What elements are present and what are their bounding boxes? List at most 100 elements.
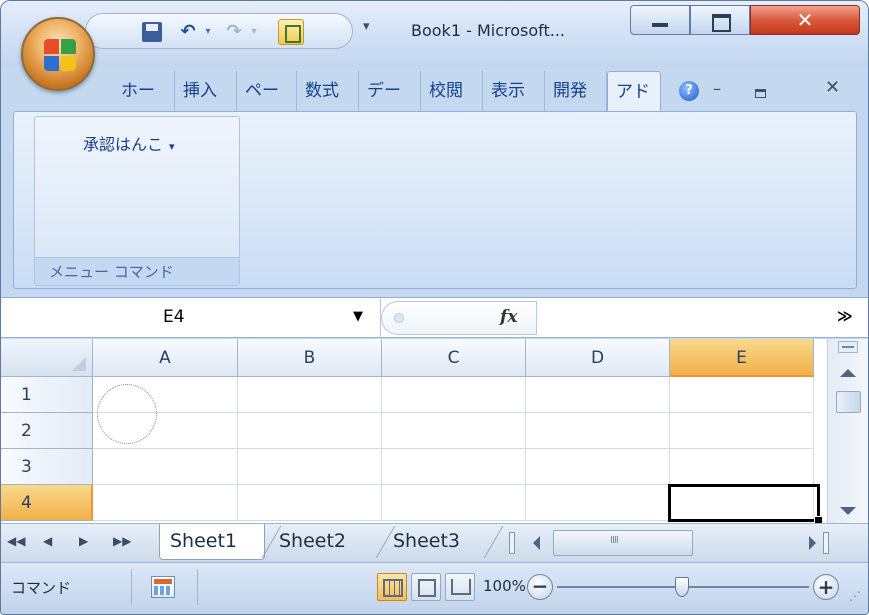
ribbon-tab[interactable]: デー (359, 71, 421, 111)
scroll-right-icon[interactable] (809, 536, 816, 550)
next-sheet-icon[interactable]: ▶ (79, 534, 88, 548)
scroll-down-icon[interactable] (840, 507, 856, 515)
name-box-value: E4 (163, 307, 185, 327)
zoom-in-button[interactable]: + (813, 574, 839, 600)
horizontal-split-handle[interactable] (823, 532, 829, 554)
grid-cell[interactable] (670, 413, 814, 449)
grid-cell[interactable] (382, 449, 526, 485)
insert-function-icon[interactable]: fx (500, 307, 517, 327)
vertical-scroll-thumb[interactable] (836, 391, 861, 413)
sheet-tab-2[interactable]: Sheet2 (269, 524, 377, 560)
name-box[interactable]: E4 ▼ (1, 298, 381, 338)
grid-cell[interactable] (670, 377, 814, 413)
doc-close-icon[interactable]: ✕ (825, 77, 840, 98)
tab-split-handle[interactable] (509, 532, 515, 554)
doc-minimize-icon[interactable]: – (713, 79, 721, 98)
form-icon[interactable] (278, 19, 304, 45)
qat-customize-icon[interactable]: ▾ (363, 19, 370, 34)
grid-cell[interactable] (382, 485, 526, 521)
worksheet-grid[interactable]: ABCDE 1234 (1, 339, 827, 523)
vertical-scrollbar[interactable] (827, 339, 868, 523)
grid-cell[interactable] (526, 449, 670, 485)
column-header[interactable]: A (93, 339, 238, 377)
dropdown-arrow-icon: ▾ (169, 140, 175, 153)
prev-sheet-icon[interactable]: ◀ (43, 534, 52, 548)
status-bar: コマンド 100% − + ⋰ (1, 562, 868, 614)
row-header[interactable]: 3 (1, 449, 93, 485)
undo-dropdown-icon[interactable]: ▾ (202, 20, 214, 44)
ribbon-tab[interactable]: 数式 (297, 71, 359, 111)
column-header[interactable]: D (526, 339, 670, 377)
name-box-dropdown-icon[interactable]: ▼ (353, 309, 363, 324)
redo-dropdown-icon[interactable]: ▾ (248, 20, 260, 44)
first-sheet-icon[interactable]: ◀◀ (7, 534, 25, 548)
close-button[interactable]: ✕ (750, 5, 860, 35)
grid-cell[interactable] (93, 449, 238, 485)
doc-restore-icon[interactable] (755, 89, 766, 98)
zoom-level[interactable]: 100% (483, 577, 526, 595)
selected-cell-outline[interactable] (668, 484, 823, 523)
expand-formula-bar-icon[interactable]: ≫ (837, 307, 853, 325)
sheet-tab-3[interactable]: Sheet3 (383, 524, 487, 560)
function-area: fx (381, 301, 537, 335)
grid-cell[interactable] (526, 413, 670, 449)
column-header[interactable]: C (382, 339, 526, 377)
zoom-slider-thumb[interactable] (675, 577, 689, 597)
column-header[interactable]: B (238, 339, 382, 377)
scroll-up-icon[interactable] (840, 369, 856, 377)
close-icon: ✕ (796, 8, 814, 32)
group-label: メニュー コマンド (35, 257, 239, 285)
status-divider (131, 569, 132, 605)
grid-cell[interactable] (93, 485, 238, 521)
ribbon-tab[interactable]: ペー (237, 71, 297, 111)
grid-cell[interactable] (238, 377, 382, 413)
grid-cell[interactable] (238, 413, 382, 449)
select-all-corner[interactable] (1, 339, 93, 377)
grid-cell[interactable] (382, 377, 526, 413)
grid-cell[interactable] (526, 377, 670, 413)
sheet-tab-bar: ◀◀ ◀ ▶ ▶▶ Sheet1 Sheet2 Sheet3 (1, 523, 868, 561)
column-header[interactable]: E (670, 339, 814, 377)
grid-cell[interactable] (382, 413, 526, 449)
scroll-left-icon[interactable] (533, 536, 540, 550)
help-icon[interactable]: ? (679, 81, 699, 101)
page-break-view-button[interactable] (445, 573, 475, 601)
ribbon: 承認はんこ ▾ メニュー コマンド (13, 111, 857, 289)
undo-icon[interactable]: ↶ (176, 20, 200, 44)
office-logo-icon (44, 39, 76, 71)
minimize-button[interactable] (630, 5, 690, 35)
ribbon-tab[interactable]: 挿入 (175, 71, 237, 111)
status-divider (197, 569, 198, 605)
grid-cell[interactable] (526, 485, 670, 521)
resize-grip-icon[interactable]: ⋰ (849, 589, 861, 603)
grid-cell[interactable] (238, 485, 382, 521)
save-icon[interactable] (140, 20, 164, 44)
maximize-button[interactable] (690, 5, 750, 35)
macro-record-icon[interactable] (151, 576, 175, 598)
row-header[interactable]: 2 (1, 413, 93, 449)
window-title: Book1 - Microsoft... (411, 21, 566, 40)
office-button[interactable] (21, 17, 95, 91)
ribbon-tab[interactable]: アド (607, 71, 661, 111)
ribbon-tab[interactable]: ホー (113, 71, 175, 111)
row-header[interactable]: 1 (1, 377, 93, 413)
split-box-icon[interactable] (838, 341, 858, 353)
page-layout-view-button[interactable] (411, 573, 441, 601)
ribbon-tab[interactable]: 表示 (483, 71, 545, 111)
ribbon-tab[interactable]: 開発 (545, 71, 607, 111)
stamp-shape[interactable] (97, 384, 157, 444)
grid-cell[interactable] (670, 449, 814, 485)
horizontal-scroll-thumb[interactable] (553, 530, 693, 556)
table-row: 3 (1, 449, 827, 485)
row-header[interactable]: 4 (1, 485, 93, 521)
normal-view-button[interactable] (377, 573, 407, 601)
last-sheet-icon[interactable]: ▶▶ (113, 534, 131, 548)
redo-icon[interactable]: ↷ (222, 20, 246, 44)
ribbon-tabs: ホー 挿入 ペー 数式 デー 校閲 表示 開発 アド (113, 71, 661, 111)
grid-cell[interactable] (238, 449, 382, 485)
sheet-tab-1[interactable]: Sheet1 (159, 524, 265, 560)
zoom-out-button[interactable]: − (527, 574, 553, 600)
ribbon-tab[interactable]: 校閲 (421, 71, 483, 111)
approval-stamp-label: 承認はんこ (83, 135, 164, 154)
approval-stamp-button[interactable]: 承認はんこ ▾ (83, 131, 175, 155)
